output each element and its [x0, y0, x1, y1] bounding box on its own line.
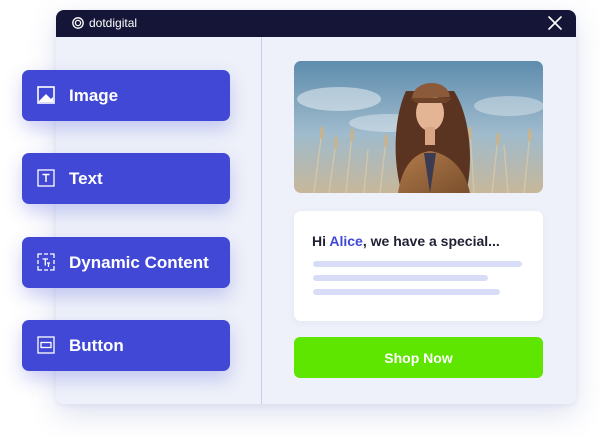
block-image-button[interactable]: Image [22, 70, 230, 121]
shop-now-button[interactable]: Shop Now [294, 337, 543, 378]
block-text-button[interactable]: Text [22, 153, 230, 204]
block-button-button[interactable]: Button [22, 320, 230, 371]
message-card: Hi Alice, we have a special... [294, 211, 543, 321]
panel-divider [261, 37, 262, 404]
button-icon [37, 336, 55, 354]
placeholder-line [313, 275, 488, 281]
block-label: Button [69, 336, 124, 355]
block-label: Text [69, 169, 103, 188]
block-label: Image [69, 86, 119, 105]
dynamic-content-icon [37, 253, 55, 271]
brand-name: dotdigital [89, 16, 138, 30]
title-bar: dotdigital [56, 10, 576, 37]
placeholder-line [313, 261, 522, 267]
image-icon [37, 86, 55, 104]
block-label: Dynamic Content [69, 253, 209, 272]
contact-name: Alice [329, 233, 363, 249]
hero-image [294, 61, 543, 193]
placeholder-line [313, 289, 500, 295]
dotdigital-logo-icon [72, 17, 84, 29]
block-dynamic-content-button[interactable]: Dynamic Content [22, 237, 230, 288]
greeting-text: Hi Alice, we have a special... [312, 233, 500, 249]
close-icon[interactable] [548, 16, 562, 30]
text-icon [37, 169, 55, 187]
